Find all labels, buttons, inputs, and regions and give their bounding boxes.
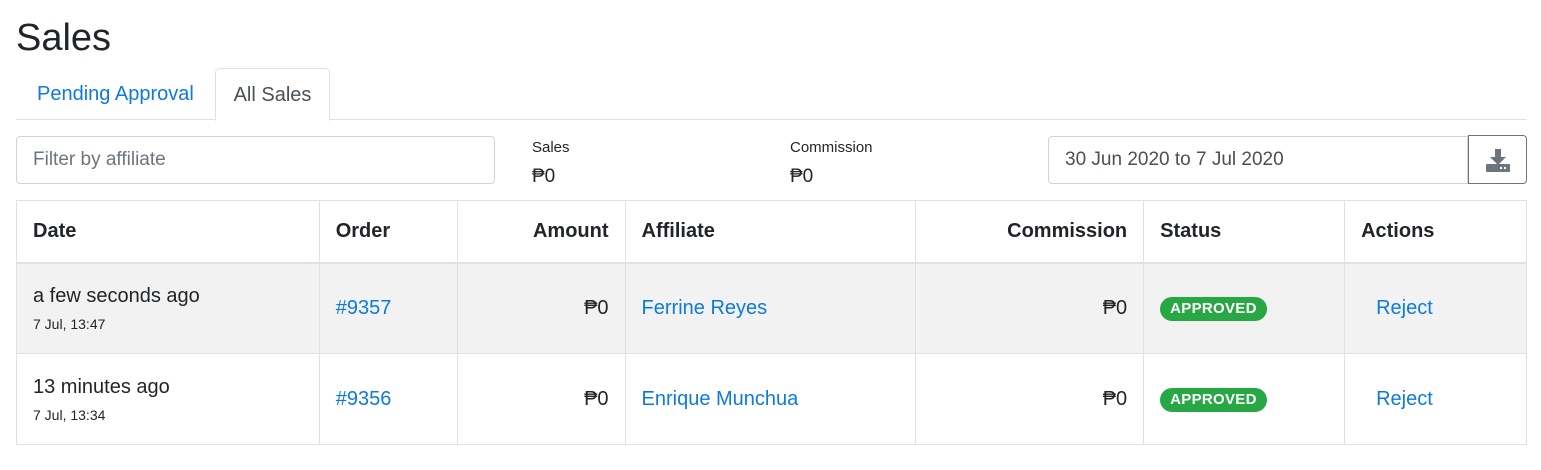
column-header-affiliate: Affiliate <box>624 200 917 264</box>
reject-link[interactable]: Reject <box>1376 297 1433 319</box>
column-header-status: Status <box>1143 200 1346 264</box>
affiliate-cell: Ferrine Reyes <box>624 262 917 354</box>
affiliate-link[interactable]: Ferrine Reyes <box>642 297 768 319</box>
tab-pending-approval[interactable]: Pending Approval <box>16 68 215 120</box>
order-link[interactable]: #9357 <box>336 297 392 319</box>
column-header-date: Date <box>16 200 320 264</box>
date-cell: a few seconds ago 7 Jul, 13:47 <box>16 262 320 354</box>
amount-cell: ₱0 <box>456 353 626 445</box>
date-relative: 13 minutes ago <box>33 375 170 398</box>
table-row: a few seconds ago 7 Jul, 13:47 #9357 ₱0 … <box>16 262 1527 354</box>
download-icon <box>1485 148 1510 172</box>
date-exact: 7 Jul, 13:47 <box>33 315 106 332</box>
page-title: Sales <box>16 17 112 59</box>
date-cell: 13 minutes ago 7 Jul, 13:34 <box>16 353 320 445</box>
affiliate-cell: Enrique Munchua <box>624 353 917 445</box>
filter-affiliate-input[interactable] <box>16 136 495 184</box>
sales-stat: Sales ₱0 <box>532 138 570 188</box>
reject-link[interactable]: Reject <box>1376 388 1433 410</box>
commission-cell: ₱0 <box>915 262 1145 354</box>
status-badge: APPROVED <box>1160 387 1267 412</box>
column-header-actions: Actions <box>1344 200 1527 264</box>
download-button[interactable] <box>1468 135 1527 184</box>
table-header-row: Date Order Amount Affiliate Commission S… <box>16 200 1527 264</box>
tab-bar: Pending Approval All Sales <box>16 68 1527 121</box>
sales-stat-label: Sales <box>532 139 570 156</box>
sales-table: Date Order Amount Affiliate Commission S… <box>16 200 1527 445</box>
tab-all-sales[interactable]: All Sales <box>215 68 330 121</box>
column-header-order: Order <box>318 200 458 264</box>
date-range-input[interactable]: 30 Jun 2020 to 7 Jul 2020 <box>1048 136 1468 184</box>
date-exact: 7 Jul, 13:34 <box>33 406 106 423</box>
status-cell: APPROVED <box>1143 353 1346 445</box>
commission-stat-label: Commission <box>790 139 873 156</box>
order-cell: #9356 <box>318 353 458 445</box>
affiliate-link[interactable]: Enrique Munchua <box>642 388 799 410</box>
column-header-amount: Amount <box>456 200 626 264</box>
sales-stat-value: ₱0 <box>532 166 556 187</box>
column-header-commission: Commission <box>915 200 1145 264</box>
order-cell: #9357 <box>318 262 458 354</box>
date-relative: a few seconds ago <box>33 284 200 307</box>
commission-cell: ₱0 <box>915 353 1145 445</box>
actions-cell: Reject <box>1344 262 1527 354</box>
commission-stat: Commission ₱0 <box>790 138 873 188</box>
table-row: 13 minutes ago 7 Jul, 13:34 #9356 ₱0 Enr… <box>16 353 1527 445</box>
amount-cell: ₱0 <box>456 262 626 354</box>
status-cell: APPROVED <box>1143 262 1346 354</box>
actions-cell: Reject <box>1344 353 1527 445</box>
order-link[interactable]: #9356 <box>336 388 392 410</box>
commission-stat-value: ₱0 <box>790 166 814 187</box>
status-badge: APPROVED <box>1160 296 1267 321</box>
